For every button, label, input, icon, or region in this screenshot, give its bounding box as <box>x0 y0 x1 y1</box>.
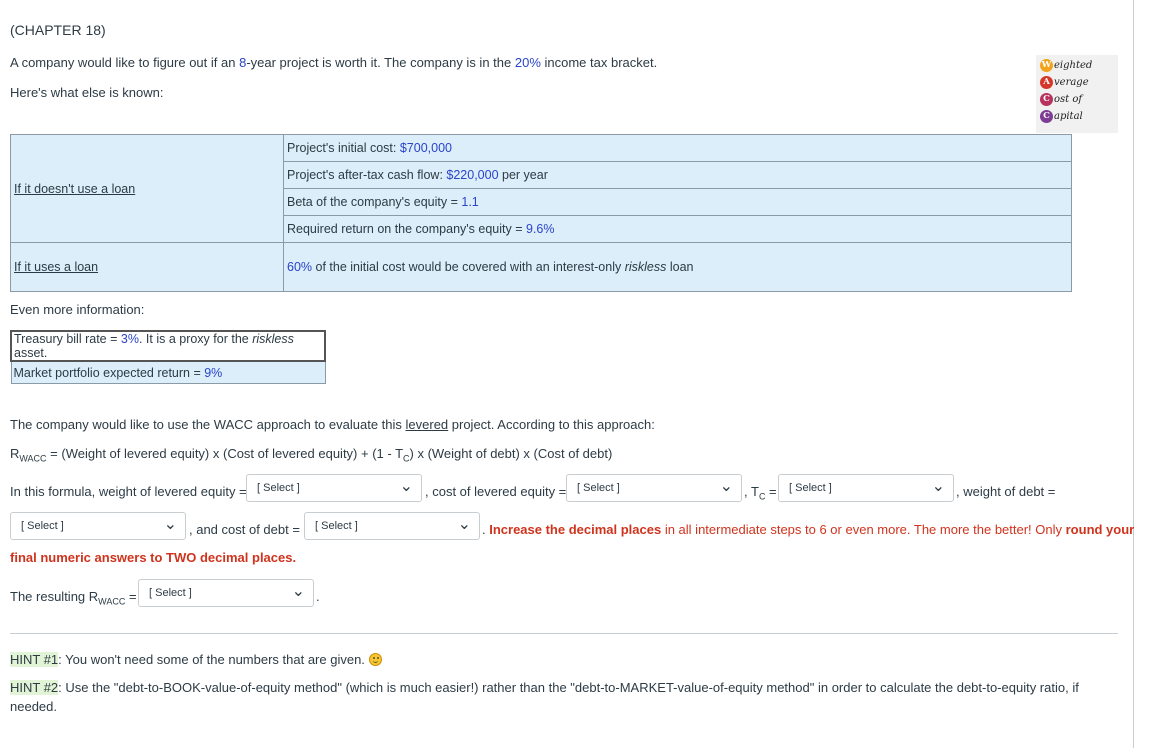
cost-equity-select[interactable]: [ Select ] ⌄ <box>566 474 742 502</box>
right-divider <box>1133 0 1134 748</box>
table-row: Required return on the company's equity … <box>283 215 1072 243</box>
chevron-down-icon: ⌄ <box>163 516 177 533</box>
table-row: Project's initial cost: $700,000 <box>283 134 1072 162</box>
table-row: Beta of the company's equity = 1.1 <box>283 188 1072 216</box>
formula-text-4: , weight of debt = <box>956 484 1056 499</box>
table-row: Project's after-tax cash flow: $220,000 … <box>283 161 1072 189</box>
intro-known: Here's what else is known: <box>10 85 164 100</box>
weight-equity-select[interactable]: [ Select ] ⌄ <box>246 474 422 502</box>
decimal-instruction: . Increase the decimal places in all int… <box>482 522 1135 537</box>
tbill-row: Treasury bill rate = 3%. It is a proxy f… <box>10 330 326 362</box>
chevron-down-icon: ⌄ <box>931 478 945 495</box>
smiley-icon <box>368 653 382 666</box>
result-end: . <box>316 589 320 604</box>
wacc-intro: The company would like to use the WACC a… <box>10 417 655 432</box>
chevron-down-icon: ⌄ <box>719 478 733 495</box>
intro-paragraph: A company would like to figure out if an… <box>10 55 658 70</box>
formula-text-1: In this formula, weight of levered equit… <box>10 484 247 499</box>
no-loan-label: If it doesn't use a loan <box>10 134 284 243</box>
formula-text-3: , TC = <box>744 484 777 502</box>
formula-text-5: , and cost of debt = <box>189 522 300 537</box>
loan-label: If it uses a loan <box>10 242 284 292</box>
table-row: 60% of the initial cost would be covered… <box>283 242 1072 292</box>
hint-2: HINT #2: Use the "debt-to-BOOK-value-of-… <box>10 680 1079 695</box>
tax-rate-select[interactable]: [ Select ] ⌄ <box>778 474 954 502</box>
more-info-heading: Even more information: <box>10 302 145 317</box>
divider <box>10 633 1118 634</box>
wacc-formula: RWACC = (Weight of levered equity) x (Co… <box>10 446 613 464</box>
chevron-down-icon: ⌄ <box>291 583 305 600</box>
chevron-down-icon: ⌄ <box>457 516 471 533</box>
result-wacc-select[interactable]: [ Select ] ⌄ <box>138 579 314 607</box>
market-row: Market portfolio expected return = 9% <box>10 360 326 384</box>
cost-debt-select[interactable]: [ Select ] ⌄ <box>304 512 480 540</box>
hint-1: HINT #1: You won't need some of the numb… <box>10 652 382 667</box>
formula-text-2: , cost of levered equity = <box>425 484 567 499</box>
project-info-table: If it doesn't use a loan Project's initi… <box>10 134 1072 292</box>
hint-2-cont: needed. <box>10 699 57 714</box>
wacc-logo: Weighted Average Cost of Capital <box>1036 55 1118 133</box>
chevron-down-icon: ⌄ <box>399 478 413 495</box>
chapter-heading: (CHAPTER 18) <box>10 22 106 38</box>
weight-debt-select[interactable]: [ Select ] ⌄ <box>10 512 186 540</box>
rates-table: Treasury bill rate = 3%. It is a proxy f… <box>10 330 326 384</box>
final-answer-instruction: final numeric answers to TWO decimal pla… <box>10 550 297 565</box>
result-label: The resulting RWACC = <box>10 589 137 607</box>
